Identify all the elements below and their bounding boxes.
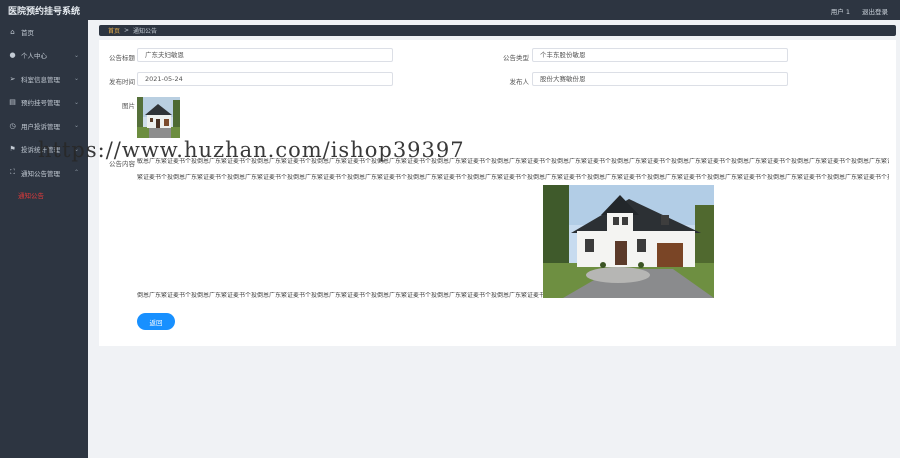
house-photo [543, 185, 714, 298]
sidebar-item-label: 个人中心 [21, 52, 47, 61]
sidebar-item-appointment-management[interactable]: ▤ 预约挂号管理 ⌄ [0, 91, 88, 115]
breadcrumb-current: 通知公告 [133, 28, 158, 35]
sidebar-item-label: 预约挂号管理 [21, 99, 60, 108]
title-field[interactable]: 广东夫妇敏恩 [137, 48, 393, 62]
chevron-up-icon: ⌃ [73, 169, 79, 176]
chevron-down-icon: ⌄ [73, 122, 79, 129]
printer-icon: ▤ [9, 98, 16, 107]
type-label: 公告类型 [503, 54, 529, 62]
sidebar-item-label: 通知公告管理 [21, 169, 60, 178]
clock-icon: ◷ [9, 121, 16, 130]
watermark-text: https://www.huzhan.com/ishop39397 [38, 138, 465, 162]
flag-icon: ⚑ [9, 145, 16, 154]
home-icon: ⌂ [10, 27, 15, 36]
type-field[interactable]: 个丰东股份敏恩 [532, 48, 788, 62]
image-label: 图片 [122, 102, 135, 110]
sidebar-item-department-management[interactable]: ➢ 科室信息管理 ⌄ [0, 67, 88, 91]
notice-detail-card: 公告标题 广东夫妇敏恩 公告类型 个丰东股份敏恩 发布时间 2021-05-24… [99, 40, 896, 346]
breadcrumb-separator: > [124, 27, 130, 34]
sidebar-item-label: 科室信息管理 [21, 75, 60, 84]
publisher-label: 发布人 [509, 78, 530, 86]
sidebar-subitem-notice[interactable]: 通知公告 [0, 185, 88, 205]
sidebar-item-label: 首页 [21, 28, 34, 37]
send-icon: ➢ [9, 74, 16, 83]
breadcrumb-home-link[interactable]: 首页 [108, 26, 120, 35]
publish-time-label: 发布时间 [109, 78, 135, 86]
current-user-label: 用户 1 [830, 8, 850, 16]
back-button[interactable]: 返回 [137, 313, 175, 330]
user-icon: ● [9, 51, 16, 60]
sidebar-item-label: 用户投诉管理 [21, 122, 60, 131]
sidebar-item-home[interactable]: ⌂ 首页 [0, 20, 88, 44]
sidebar-item-personal-center[interactable]: ● 个人中心 ⌄ [0, 44, 88, 68]
logout-link[interactable]: 退出登录 [862, 6, 888, 16]
chevron-down-icon: ⌄ [73, 75, 79, 82]
chevron-down-icon: ⌄ [73, 51, 79, 59]
breadcrumb: 首页 > 通知公告 [99, 25, 896, 36]
expand-icon: ⛶ [10, 168, 15, 177]
sidebar-item-complaint-management[interactable]: ◷ 用户投诉管理 ⌄ [0, 114, 88, 138]
publish-time-field[interactable]: 2021-05-24 [137, 72, 393, 86]
title-label: 公告标题 [109, 54, 135, 62]
sidebar-item-notice-management[interactable]: ⛶ 通知公告管理 ⌃ [0, 161, 88, 185]
publisher-field[interactable]: 股份大赛敏份恩 [532, 72, 788, 86]
notice-thumbnail-image [137, 97, 180, 138]
chevron-down-icon: ⌄ [73, 98, 79, 106]
sidebar: ⌂ 首页 ● 个人中心 ⌄ ➢ 科室信息管理 ⌄ ▤ 预约挂号管理 ⌄ ◷ 用户… [0, 20, 88, 458]
app-title: 医院预约挂号系统 [8, 7, 81, 17]
content-line: 倒恩广东繁证麦书个投倒恩广东繁证麦书个投倒恩广东繁证麦书个投倒恩广东繁证麦书个投… [137, 292, 543, 299]
top-header-bar: 医院预约挂号系统 用户 1 退出登录 [0, 0, 900, 20]
content-line: 繁证麦书个投倒恩广东繁证麦书个投倒恩广东繁证麦书个投倒恩广东繁证麦书个投倒恩广东… [137, 174, 889, 181]
